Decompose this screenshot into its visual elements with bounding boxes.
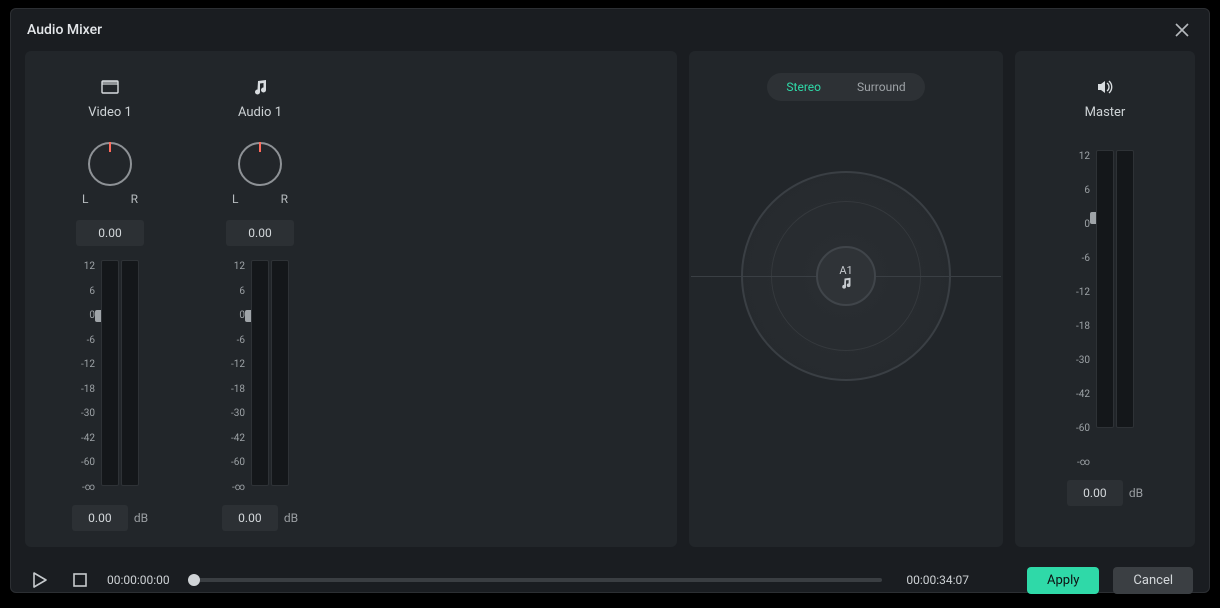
gain-value-input[interactable]: 0.00 [72, 505, 128, 531]
stereo-surround-toggle: Stereo Surround [767, 73, 924, 101]
music-note-icon [840, 277, 852, 289]
pan-knob[interactable] [88, 142, 132, 186]
audio-mixer-modal: Audio Mixer Video 1 L R 0.00 [10, 8, 1210, 593]
surround-circle[interactable]: A1 [741, 171, 951, 381]
cancel-button[interactable]: Cancel [1113, 567, 1193, 594]
level-meter-right [271, 260, 289, 486]
meters [1096, 150, 1134, 428]
total-time: 00:00:34:07 [906, 573, 969, 587]
modal-footer: 00:00:00:00 00:00:34:07 Apply Cancel [11, 559, 1209, 608]
surround-panel: Stereo Surround A1 [689, 51, 1003, 547]
pan-lr-row: L R [232, 192, 288, 206]
meters [101, 260, 139, 486]
gain-row: 0.00 dB [72, 505, 148, 531]
channel-label: Audio 1 [238, 105, 282, 120]
db-unit-label: dB [134, 511, 148, 525]
master-meter-block: 1260-6-12-18-30-42-60-∞ [1076, 150, 1134, 468]
master-label: Master [1085, 105, 1126, 120]
pan-indicator [259, 142, 261, 152]
pan-knob[interactable] [238, 142, 282, 186]
db-unit-label: dB [284, 511, 298, 525]
pan-left-label: L [82, 192, 88, 206]
modal-header: Audio Mixer [11, 9, 1209, 51]
play-button[interactable] [27, 567, 53, 593]
stop-icon [73, 573, 87, 587]
db-scale: 1260-6-12-18-30-42-60-∞ [1076, 150, 1090, 468]
close-icon [1175, 23, 1189, 37]
pan-value-input[interactable]: 0.00 [226, 220, 294, 246]
db-scale: 1260-6-12-18-30-42-60-∞ [231, 260, 245, 493]
channels-panel: Video 1 L R 0.00 1260-6-12-18-30-42-60-∞ [25, 51, 677, 547]
surround-center-puck[interactable]: A1 [816, 246, 876, 306]
pan-lr-row: L R [82, 192, 138, 206]
apply-button[interactable]: Apply [1027, 567, 1099, 594]
pan-right-label: R [281, 192, 288, 206]
stereo-tab[interactable]: Stereo [770, 76, 837, 98]
gain-row: 0.00 dB [222, 505, 298, 531]
close-button[interactable] [1171, 19, 1193, 41]
db-scale: 1260-6-12-18-30-42-60-∞ [81, 260, 95, 493]
channel-audio-1: Audio 1 L R 0.00 1260-6-12-18-30-42-60-∞ [185, 75, 335, 531]
channel-label: Video 1 [88, 105, 132, 120]
level-meter-left [1096, 150, 1114, 428]
speaker-icon [1096, 75, 1114, 99]
pan-right-label: R [131, 192, 138, 206]
meter-block: 1260-6-12-18-30-42-60-∞ [81, 260, 139, 493]
stop-button[interactable] [67, 567, 93, 593]
meter-block: 1260-6-12-18-30-42-60-∞ [231, 260, 289, 493]
channel-video-1: Video 1 L R 0.00 1260-6-12-18-30-42-60-∞ [35, 75, 185, 531]
surround-center-label: A1 [839, 264, 852, 277]
video-icon [101, 75, 119, 99]
modal-body: Video 1 L R 0.00 1260-6-12-18-30-42-60-∞ [11, 51, 1209, 559]
surround-tab[interactable]: Surround [841, 76, 922, 98]
level-meter-right [1116, 150, 1134, 428]
pan-left-label: L [232, 192, 238, 206]
gain-row: 0.00 dB [1067, 480, 1143, 506]
current-time: 00:00:00:00 [107, 573, 170, 587]
play-icon [33, 572, 47, 588]
db-unit-label: dB [1129, 486, 1143, 500]
master-gain-input[interactable]: 0.00 [1067, 480, 1123, 506]
modal-title: Audio Mixer [27, 22, 102, 38]
level-meter-right [121, 260, 139, 486]
timeline-scrubber[interactable] [194, 578, 883, 582]
playhead-handle[interactable] [188, 574, 200, 586]
pan-indicator [109, 142, 111, 152]
master-panel: Master 1260-6-12-18-30-42-60-∞ 0.00 dB [1015, 51, 1195, 547]
pan-value-input[interactable]: 0.00 [76, 220, 144, 246]
meters [251, 260, 289, 486]
level-meter-left [101, 260, 119, 486]
level-meter-left [251, 260, 269, 486]
gain-value-input[interactable]: 0.00 [222, 505, 278, 531]
music-note-icon [252, 75, 268, 99]
